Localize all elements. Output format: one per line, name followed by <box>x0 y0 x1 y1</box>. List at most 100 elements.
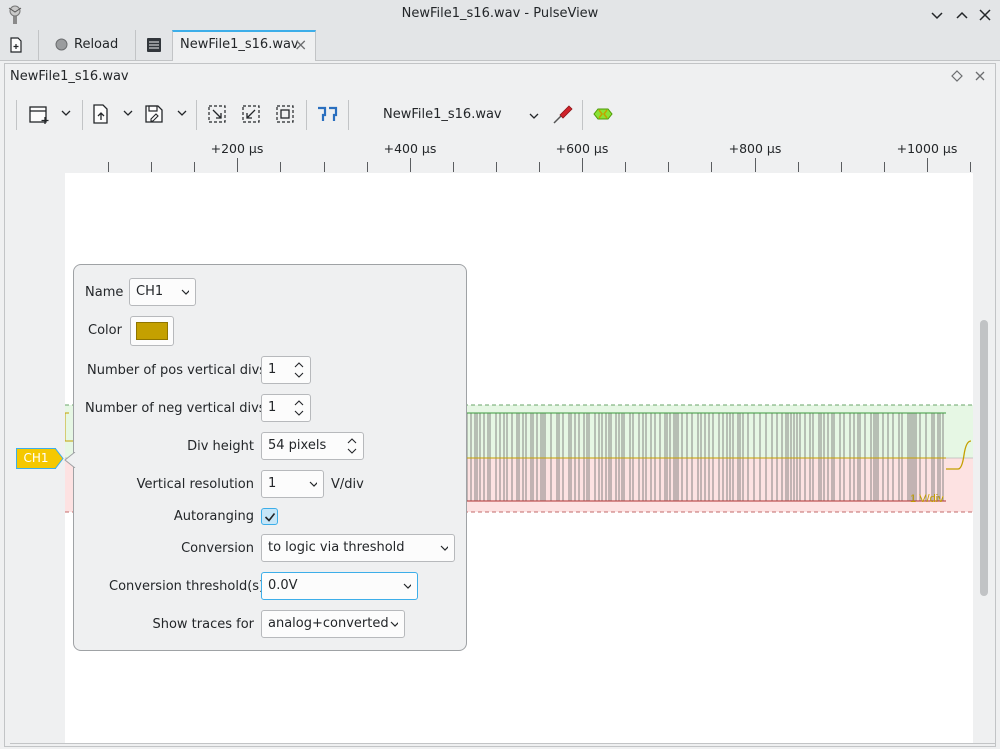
dock-title: NewFile1_s16.wav <box>10 69 129 84</box>
device-selector[interactable]: NewFile1_s16.wav <box>376 102 546 128</box>
ruler-label: +400 µs <box>383 141 437 156</box>
ruler-tick <box>841 162 842 172</box>
autorange-label: Autoranging <box>173 509 254 524</box>
autorange-checkbox[interactable] <box>261 508 278 525</box>
spin-up-icon[interactable] <box>294 362 304 368</box>
show-traces-combo[interactable]: analog+converted <box>261 610 405 638</box>
ruler-tick <box>194 162 195 172</box>
zoom-in-icon[interactable] <box>206 103 228 125</box>
reload-status-icon <box>55 38 68 51</box>
tab-session-label: NewFile1_s16.wav <box>180 37 299 52</box>
threshold-combo[interactable]: 0.0V <box>261 572 418 600</box>
ruler-tick <box>884 162 885 172</box>
toolbar-separator <box>348 100 349 130</box>
color-button[interactable] <box>130 316 174 346</box>
ruler-tick <box>927 158 928 172</box>
ruler-label: +200 µs <box>210 141 264 156</box>
show-traces-label: Show traces for <box>152 617 254 632</box>
spin-down-icon[interactable] <box>294 372 304 378</box>
open-file-icon[interactable] <box>90 103 112 125</box>
ruler-tick <box>582 158 583 172</box>
chevron-down-icon <box>390 621 398 627</box>
conversion-label: Conversion <box>181 541 254 556</box>
chevron-down-icon <box>309 481 317 487</box>
toolbar-separator <box>582 100 583 130</box>
div-height-value: 54 pixels <box>268 438 327 453</box>
spin-down-icon[interactable] <box>347 448 357 454</box>
tab-separator <box>38 30 39 60</box>
reload-button[interactable]: Reload <box>47 30 129 60</box>
color-swatch-fill <box>136 322 168 340</box>
chevron-down-icon <box>181 289 189 295</box>
pos-divs-label: Number of pos vertical divs <box>87 363 267 378</box>
div-height-spinbox[interactable]: 54 pixels <box>261 432 364 460</box>
vres-combo[interactable]: 1 <box>261 470 324 498</box>
name-label: Name <box>85 285 124 300</box>
pos-divs-value: 1 <box>268 362 277 377</box>
cursor-icon[interactable] <box>316 103 338 125</box>
view-bottom-border <box>10 743 995 744</box>
new-view-icon[interactable] <box>28 103 50 125</box>
chevron-down-icon[interactable] <box>60 107 72 119</box>
chevron-down-icon <box>403 583 411 589</box>
scale-label: 1 V/div <box>910 493 944 505</box>
ruler-tick <box>539 162 540 172</box>
ruler-tick <box>798 162 799 172</box>
neg-divs-label: Number of neg vertical divs <box>85 401 266 416</box>
vres-label: Vertical resolution <box>136 477 254 492</box>
device-label: NewFile1_s16.wav <box>383 107 502 122</box>
neg-divs-spinbox[interactable]: 1 <box>261 394 311 422</box>
channel-badge-ch1[interactable]: CH1 <box>16 448 56 469</box>
toolbar-separator <box>16 100 17 130</box>
spin-down-icon[interactable] <box>294 410 304 416</box>
ruler-tick <box>367 162 368 172</box>
name-combo[interactable]: CH1 <box>129 278 196 306</box>
chevron-down-icon[interactable] <box>176 107 188 119</box>
float-dock-icon[interactable] <box>951 70 963 82</box>
popup-pointer <box>64 452 76 468</box>
spin-up-icon[interactable] <box>294 400 304 406</box>
color-label: Color <box>88 323 122 338</box>
scrollbar-thumb[interactable] <box>980 320 988 596</box>
threshold-value: 0.0V <box>268 578 298 593</box>
conversion-value: to logic via threshold <box>268 540 405 555</box>
ruler-tick <box>970 162 971 172</box>
ruler-tick <box>280 162 281 172</box>
zoom-out-icon[interactable] <box>240 103 262 125</box>
show-traces-value: analog+converted <box>268 616 389 631</box>
tab-session[interactable]: NewFile1_s16.wav × <box>172 30 316 61</box>
session-tab-icon[interactable] <box>146 37 162 53</box>
tab-separator <box>135 30 136 60</box>
ruler-tick <box>108 162 109 172</box>
time-ruler[interactable] <box>10 138 995 173</box>
minimize-icon[interactable] <box>928 6 946 24</box>
ruler-label: +800 µs <box>728 141 782 156</box>
pos-divs-spinbox[interactable]: 1 <box>261 356 311 384</box>
neg-divs-value: 1 <box>268 400 277 415</box>
window-title: NewFile1_s16.wav - PulseView <box>401 6 599 21</box>
chevron-down-icon[interactable] <box>122 107 134 119</box>
new-session-icon[interactable] <box>8 37 24 53</box>
decoder-icon[interactable] <box>592 103 614 125</box>
ruler-tick <box>625 162 626 172</box>
probe-icon[interactable] <box>551 103 573 125</box>
spin-up-icon[interactable] <box>347 438 357 444</box>
ruler-label: +1000 µs <box>896 141 958 156</box>
ruler-tick <box>410 158 411 172</box>
conversion-combo[interactable]: to logic via threshold <box>261 534 455 562</box>
chevron-down-icon <box>440 545 448 551</box>
ruler-tick <box>711 162 712 172</box>
ruler-tick <box>237 158 238 172</box>
zoom-fit-icon[interactable] <box>274 103 296 125</box>
close-window-icon[interactable] <box>976 6 994 24</box>
vres-value: 1 <box>268 476 277 491</box>
ruler-tick <box>453 162 454 172</box>
name-value: CH1 <box>136 284 164 299</box>
close-dock-icon[interactable] <box>974 70 986 82</box>
toolbar-separator <box>82 100 83 130</box>
vres-unit: V/div <box>331 477 364 492</box>
ruler-tick <box>668 162 669 172</box>
maximize-icon[interactable] <box>953 6 971 24</box>
close-tab-icon[interactable]: × <box>294 35 307 54</box>
save-icon[interactable] <box>143 103 165 125</box>
